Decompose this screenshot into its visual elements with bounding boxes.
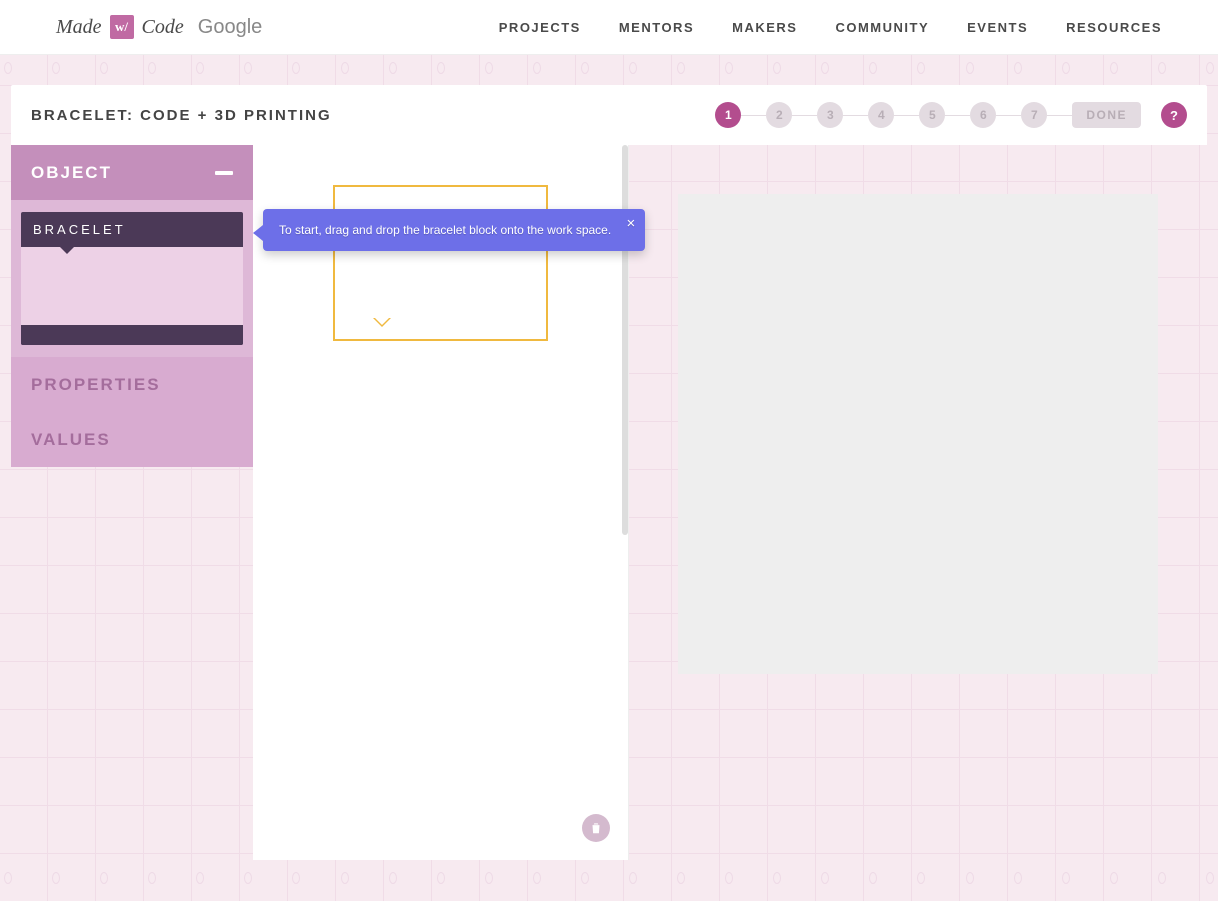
preview-panel: [629, 145, 1207, 860]
nav-makers[interactable]: MAKERS: [732, 20, 797, 35]
logo-text-made: Made: [56, 16, 102, 39]
accordion-properties[interactable]: PROPERTIES: [11, 357, 253, 412]
bracelet-block-label: BRACELET: [21, 212, 243, 247]
step-4[interactable]: 4: [868, 102, 894, 128]
dropzone-bottom: [333, 315, 548, 341]
logo-google: Google: [198, 16, 263, 39]
accordion-object-body: BRACELET: [11, 200, 253, 357]
accordion-values[interactable]: VALUES: [11, 412, 253, 467]
logo[interactable]: Made w/ Code Google: [56, 15, 262, 39]
preview-canvas[interactable]: [678, 194, 1158, 674]
trash-button[interactable]: [582, 814, 610, 842]
nav-projects[interactable]: PROJECTS: [499, 20, 581, 35]
step-wizard: 1 2 3 4 5 6 7 DONE ?: [715, 102, 1187, 128]
top-bar: Made w/ Code Google PROJECTS MENTORS MAK…: [0, 0, 1218, 55]
accordion-values-label: VALUES: [31, 430, 111, 450]
project-header: BRACELET: CODE + 3D PRINTING 1 2 3 4 5 6…: [11, 85, 1207, 145]
project-title: BRACELET: CODE + 3D PRINTING: [31, 107, 332, 124]
step-3[interactable]: 3: [817, 102, 843, 128]
nav-events[interactable]: EVENTS: [967, 20, 1028, 35]
logo-box: w/: [110, 15, 134, 39]
main-panel: BRACELET: CODE + 3D PRINTING 1 2 3 4 5 6…: [11, 85, 1207, 860]
step-5[interactable]: 5: [919, 102, 945, 128]
bracelet-block[interactable]: BRACELET: [21, 212, 243, 345]
nav-community[interactable]: COMMUNITY: [835, 20, 929, 35]
tooltip-close-button[interactable]: ×: [626, 215, 635, 232]
trash-icon: [589, 821, 603, 835]
collapse-icon: [215, 171, 233, 175]
intro-tooltip-text: To start, drag and drop the bracelet blo…: [279, 223, 611, 237]
workspace[interactable]: [253, 145, 629, 860]
help-button[interactable]: ?: [1161, 102, 1187, 128]
accordion-object[interactable]: OBJECT: [11, 145, 253, 200]
accordion-object-label: OBJECT: [31, 163, 112, 183]
intro-tooltip: To start, drag and drop the bracelet blo…: [263, 209, 645, 251]
nav-resources[interactable]: RESOURCES: [1066, 20, 1162, 35]
bracelet-block-footer: [21, 325, 243, 345]
step-2[interactable]: 2: [766, 102, 792, 128]
step-1[interactable]: 1: [715, 102, 741, 128]
step-7[interactable]: 7: [1021, 102, 1047, 128]
bracelet-block-inner: [21, 247, 243, 325]
logo-text-code: Code: [142, 16, 184, 39]
body-row: OBJECT BRACELET PROPERTIES VALUES: [11, 145, 1207, 860]
step-6[interactable]: 6: [970, 102, 996, 128]
main-nav: PROJECTS MENTORS MAKERS COMMUNITY EVENTS…: [499, 20, 1162, 35]
done-button[interactable]: DONE: [1072, 102, 1141, 128]
accordion-properties-label: PROPERTIES: [31, 375, 161, 395]
blocks-sidebar: OBJECT BRACELET PROPERTIES VALUES: [11, 145, 253, 860]
nav-mentors[interactable]: MENTORS: [619, 20, 694, 35]
